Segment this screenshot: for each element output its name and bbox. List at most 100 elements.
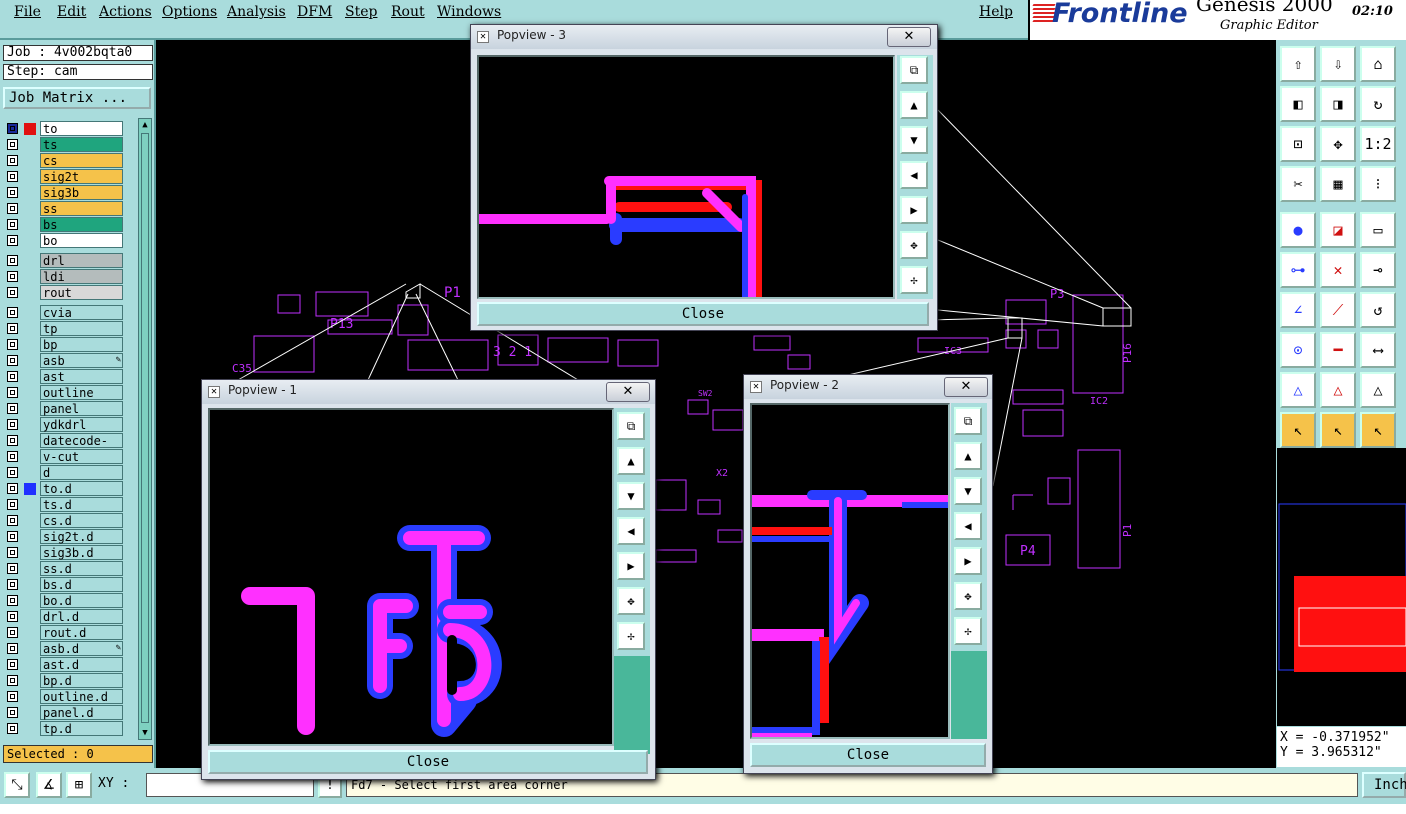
layer-name[interactable]: v-cut	[40, 449, 123, 464]
pan-left-icon[interactable]: ◧	[1280, 86, 1316, 122]
layer-row-ast.d[interactable]: ast.d	[5, 657, 125, 673]
layer-checkbox[interactable]	[7, 451, 18, 462]
snap-icon[interactable]: ⁝	[1360, 166, 1396, 202]
popview-1-close-icon[interactable]: ✕	[606, 382, 650, 402]
layer-checkbox[interactable]	[7, 371, 18, 382]
layer-row-ss.d[interactable]: ss.d	[5, 561, 125, 577]
pan-right-icon[interactable]: ◨	[1320, 86, 1356, 122]
layer-name[interactable]: rout.d	[40, 625, 123, 640]
triangle-a-icon[interactable]: △	[1320, 372, 1356, 408]
layer-name[interactable]: datecode-bs	[40, 433, 123, 463]
layer-checkbox[interactable]	[7, 203, 18, 214]
layer-name[interactable]: asb.d	[40, 641, 123, 656]
menu-windows[interactable]: Windows	[437, 4, 501, 20]
rotate-icon[interactable]: ↻	[1360, 86, 1396, 122]
pv2-zoom-icon[interactable]: ⧉	[954, 407, 982, 435]
layer-name[interactable]: panel.d	[40, 705, 123, 720]
layer-checkbox[interactable]	[7, 675, 18, 686]
pv2-fit-icon[interactable]: ✥	[954, 582, 982, 610]
layer-checkbox[interactable]	[7, 123, 18, 134]
layer-row-cs.d[interactable]: cs.d	[5, 513, 125, 529]
layer-checkbox[interactable]	[7, 659, 18, 670]
menu-actions[interactable]: Actions	[99, 4, 152, 20]
layer-row-d[interactable]: d	[5, 465, 125, 481]
layer-row-bp.d[interactable]: bp.d	[5, 673, 125, 689]
layer-name[interactable]: bs	[40, 217, 123, 232]
menu-analysis[interactable]: Analysis	[227, 4, 286, 20]
layer-row-to.d[interactable]: to.d	[5, 481, 125, 497]
layer-name[interactable]: bo.d	[40, 593, 123, 608]
layer-row-ts[interactable]: ts	[5, 137, 125, 153]
pointer-3-icon[interactable]: ↖	[1360, 412, 1396, 448]
layer-checkbox[interactable]	[7, 187, 18, 198]
layer-checkbox[interactable]	[7, 467, 18, 478]
layer-row-sig2t[interactable]: sig2t	[5, 169, 125, 185]
layer-row-panel[interactable]: panel	[5, 401, 125, 417]
layer-row-rout.d[interactable]: rout.d	[5, 625, 125, 641]
fit-icon[interactable]: ⊡	[1280, 126, 1316, 162]
grid-toggle-icon[interactable]: ⊞	[66, 772, 92, 798]
layer-row-sig3b[interactable]: sig3b	[5, 185, 125, 201]
menu-step[interactable]: Step	[345, 4, 377, 20]
layer-checkbox[interactable]	[7, 139, 18, 150]
layer-row-outline.d[interactable]: outline.d	[5, 689, 125, 705]
popview-1-titlebar[interactable]: ✕ Popview - 1 ✕	[202, 380, 655, 404]
layer-row-bp[interactable]: bp	[5, 337, 125, 353]
layer-name[interactable]: to.d	[40, 481, 123, 496]
layer-checkbox[interactable]	[7, 323, 18, 334]
layer-checkbox[interactable]	[7, 531, 18, 542]
pv3-center-icon[interactable]: ✢	[900, 266, 928, 294]
layer-name[interactable]: sig3b.d	[40, 545, 123, 560]
layer-row-drl[interactable]: drl	[5, 253, 125, 269]
layer-checkbox[interactable]	[7, 643, 18, 654]
menu-file[interactable]: File	[14, 4, 41, 20]
grid-icon[interactable]: ▦	[1320, 166, 1356, 202]
layer-checkbox[interactable]	[7, 387, 18, 398]
pv3-up-icon[interactable]: ▲	[900, 91, 928, 119]
layer-checkbox[interactable]	[7, 355, 18, 366]
pv2-up-icon[interactable]: ▲	[954, 442, 982, 470]
slash-icon[interactable]: ⟋	[1320, 292, 1356, 328]
layer-name[interactable]: drl	[40, 253, 123, 268]
pv3-down-icon[interactable]: ▼	[900, 126, 928, 154]
layer-row-ydkdrl[interactable]: ydkdrl	[5, 417, 125, 433]
scroll-up-icon[interactable]: ▲	[139, 119, 151, 131]
pv1-right-icon[interactable]: ▶	[617, 552, 645, 580]
pv1-scroll-track[interactable]	[614, 656, 650, 754]
layer-checkbox[interactable]	[7, 419, 18, 430]
layer-checkbox[interactable]	[7, 235, 18, 246]
pv1-up-icon[interactable]: ▲	[617, 447, 645, 475]
scroll-thumb[interactable]	[141, 133, 149, 723]
connect-icon[interactable]: ⊸	[1360, 252, 1396, 288]
pv2-scroll-track[interactable]	[951, 651, 987, 739]
layer-row-asb.d[interactable]: asb.d ✎	[5, 641, 125, 657]
layer-row-bo.d[interactable]: bo.d	[5, 593, 125, 609]
layer-name[interactable]: bs.d	[40, 577, 123, 592]
popview-3-close-icon[interactable]: ✕	[887, 27, 931, 47]
layer-checkbox[interactable]	[7, 403, 18, 414]
layer-checkbox[interactable]	[7, 723, 18, 734]
layer-checkbox[interactable]	[7, 271, 18, 282]
home-icon[interactable]: ⌂	[1360, 46, 1396, 82]
menu-help[interactable]: Help	[979, 4, 1013, 20]
pv1-zoom-icon[interactable]: ⧉	[617, 412, 645, 440]
popview-2-pane[interactable]	[750, 403, 950, 739]
overview-map[interactable]	[1277, 448, 1406, 726]
layer-checkbox[interactable]	[7, 339, 18, 350]
layer-name[interactable]: panel	[40, 401, 123, 416]
layer-row-rout[interactable]: rout	[5, 285, 125, 301]
layer-name[interactable]: outline.d	[40, 689, 123, 704]
pointer-icon[interactable]: ↖	[1280, 412, 1316, 448]
net-icon[interactable]: ⊶	[1280, 252, 1316, 288]
layer-checkbox[interactable]	[7, 547, 18, 558]
menu-dfm[interactable]: DFM	[297, 4, 332, 20]
menu-options[interactable]: Options	[162, 4, 217, 20]
dimension-icon[interactable]: ⟷	[1360, 332, 1396, 368]
pv3-fit-icon[interactable]: ✥	[900, 231, 928, 259]
layer-name[interactable]: ydkdrl	[40, 417, 123, 432]
layer-name[interactable]: sig3b	[40, 185, 123, 200]
layer-name[interactable]: d	[40, 465, 123, 480]
layer-name[interactable]: outline	[40, 385, 123, 400]
layer-name[interactable]: to	[40, 121, 123, 136]
layer-checkbox[interactable]	[7, 579, 18, 590]
